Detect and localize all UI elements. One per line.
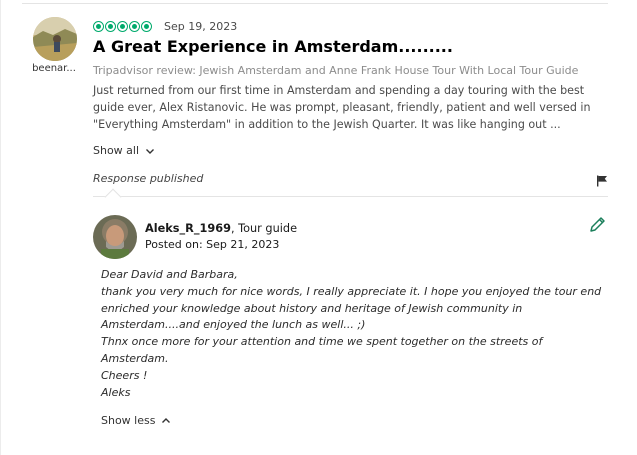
response-status: Response published xyxy=(93,172,204,185)
rating-bubble-icon xyxy=(141,21,152,32)
review-body: Just returned from our first time in Ams… xyxy=(93,84,591,131)
response-line: Thnx once more for your attention and ti… xyxy=(101,335,543,365)
edit-pencil-icon[interactable] xyxy=(589,216,606,233)
owner-username[interactable]: Aleks_R_1969 xyxy=(145,222,231,235)
response-notch xyxy=(104,188,122,206)
show-all-button[interactable]: Show all xyxy=(93,144,155,157)
review-date: Sep 19, 2023 xyxy=(164,20,238,33)
chevron-up-icon xyxy=(162,417,171,423)
owner-name[interactable]: Aleks_R_1969, Tour guide xyxy=(145,222,297,235)
reviewer-name[interactable]: beenar... xyxy=(22,63,86,74)
reviewer-avatar[interactable] xyxy=(33,17,77,61)
show-all-label: Show all xyxy=(93,144,140,157)
rating-bubble-icon xyxy=(105,21,116,32)
response-line: Aleks xyxy=(101,385,131,399)
show-less-button[interactable]: Show less xyxy=(101,414,171,427)
rating-bubble-icon xyxy=(129,21,140,32)
response-date: Posted on: Sep 21, 2023 xyxy=(145,238,280,251)
response-divider xyxy=(93,196,608,197)
owner-role: , Tour guide xyxy=(230,222,298,235)
left-border xyxy=(0,0,1,455)
top-divider xyxy=(22,3,608,4)
rating-bubble-icon xyxy=(117,21,128,32)
response-line: Cheers ! xyxy=(101,368,148,382)
response-line: thank you very much for nice words, I re… xyxy=(101,284,602,332)
rating-bubbles xyxy=(93,21,152,32)
flag-icon[interactable] xyxy=(596,175,608,187)
show-less-label: Show less xyxy=(101,414,156,427)
owner-avatar[interactable] xyxy=(93,215,137,259)
response-body: Dear David and Barbara, thank you very m… xyxy=(101,267,611,401)
review-title[interactable]: A Great Experience in Amsterdam......... xyxy=(93,37,453,56)
chevron-down-icon xyxy=(146,148,155,154)
response-line: Dear David and Barbara, xyxy=(101,268,238,281)
rating-bubble-icon xyxy=(93,21,104,32)
review-source: Tripadvisor review: Jewish Amsterdam and… xyxy=(93,64,579,77)
review-card: beenar... Sep 19, 2023 A Great Experienc… xyxy=(0,0,637,455)
